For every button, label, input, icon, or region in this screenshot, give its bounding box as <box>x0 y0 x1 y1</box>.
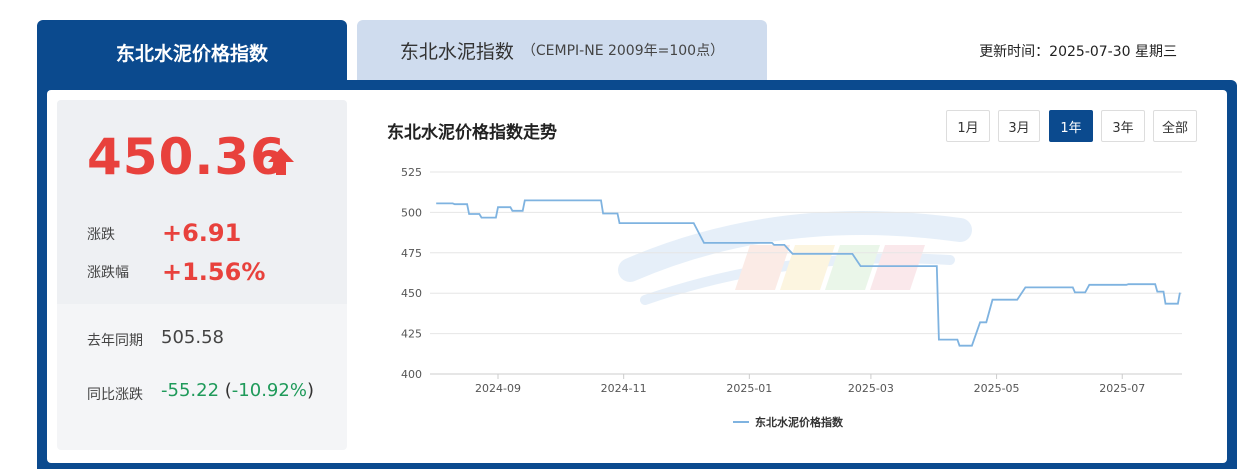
yoy-label: 同比涨跌 <box>87 387 143 403</box>
x-tick-label: 2025-01 <box>726 382 772 395</box>
line-chart: 400 425 450 475 500 525 2024-09 2024-11 2025-01 2… <box>401 166 1182 429</box>
watermark-logo <box>618 211 972 305</box>
change-value: +6.91 <box>162 219 242 247</box>
last-year-value: 505.58 <box>161 327 224 348</box>
legend-label: 东北水泥价格指数 <box>755 415 844 429</box>
y-tick-label: 525 <box>401 166 422 179</box>
tab-northeast-cement-index[interactable]: 东北水泥指数 （CEMPI-NE 2009年=100点） <box>357 20 767 80</box>
update-time: 更新时间：2025-07-30 星期三 <box>979 44 1177 60</box>
tab-sublabel: （CEMPI-NE 2009年=100点） <box>521 43 725 59</box>
tab-northeast-price-index[interactable]: 东北水泥价格指数 <box>37 20 347 84</box>
x-tick-label: 2024-11 <box>601 382 647 395</box>
change-pct-value: +1.56% <box>162 258 266 286</box>
range-button-3y[interactable]: 3年 <box>1101 110 1145 142</box>
tab-label: 东北水泥指数 <box>399 40 514 63</box>
range-button-1y[interactable]: 1年 <box>1049 110 1093 142</box>
x-tick-label: 2024-09 <box>475 382 521 395</box>
x-tick-label: 2025-03 <box>848 382 894 395</box>
change-label: 涨跌 <box>87 227 115 243</box>
last-year-label: 去年同期 <box>87 333 143 349</box>
range-button-3m[interactable]: 3月 <box>998 110 1040 142</box>
yoy-value-group: -55.22 (-10.92%) <box>161 380 314 401</box>
chart-title: 东北水泥价格指数走势 <box>387 123 557 143</box>
x-tick-label: 2025-07 <box>1099 382 1145 395</box>
change-pct-label: 涨跌幅 <box>87 265 129 281</box>
current-price: 450.36 <box>87 128 286 186</box>
x-tick-label: 2025-05 <box>974 382 1020 395</box>
yoy-value: -55.22 <box>161 380 220 401</box>
y-tick-label: 425 <box>401 328 422 341</box>
y-tick-label: 500 <box>401 206 422 219</box>
tab-label: 东北水泥价格指数 <box>115 42 268 65</box>
y-tick-label: 400 <box>401 368 422 381</box>
up-arrow-icon <box>268 148 294 175</box>
range-button-1m[interactable]: 1月 <box>946 110 990 142</box>
yoy-pct-value: -10.92% <box>231 380 307 401</box>
y-tick-label: 450 <box>401 287 422 300</box>
range-button-all[interactable]: 全部 <box>1153 110 1197 142</box>
y-tick-label: 475 <box>401 247 422 260</box>
summary-card: 450.36 涨跌 +6.91 涨跌幅 +1.56% 去年同期 505.58 同… <box>57 100 347 450</box>
